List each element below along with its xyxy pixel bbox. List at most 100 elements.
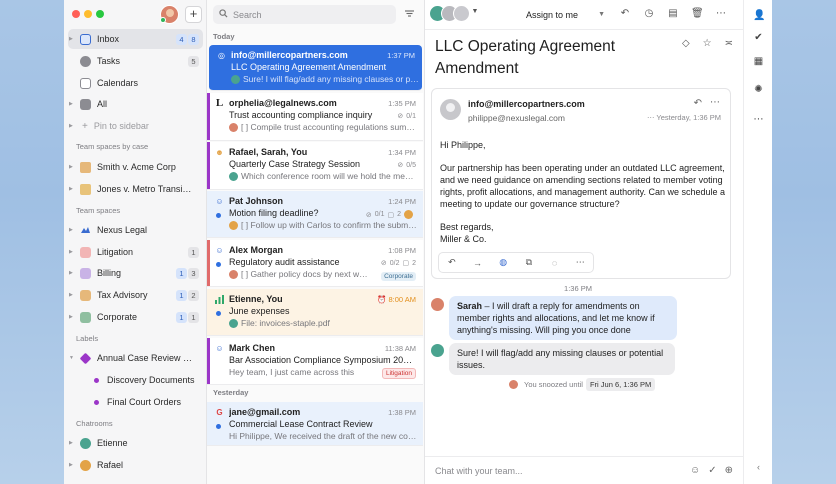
more-icon[interactable]: ⋯ (715, 8, 727, 19)
message-card[interactable]: ☺ Mark Chen 11:38 AM Bar Association Com… (207, 338, 423, 385)
sidebar-item-case[interactable]: ▶ Smith v. Acme Corp (68, 157, 203, 177)
sidebar-item-chatroom[interactable]: ▶ Etienne (68, 433, 203, 453)
email-recipient[interactable]: philippe@nexuslegal.com (468, 113, 565, 123)
sidebar-item-space[interactable]: ▶ Corporate 11 (68, 307, 203, 327)
chevron-left-icon[interactable]: ‹ (753, 462, 764, 472)
chat-input[interactable] (435, 465, 655, 476)
minimize-window-button[interactable] (84, 10, 92, 18)
copy-icon[interactable]: ⧉ (516, 257, 542, 268)
reply-button[interactable]: ↶ (439, 257, 465, 268)
stack-icon (80, 98, 91, 110)
message-subject: Quarterly Case Strategy Session (229, 159, 361, 169)
sidebar-item-label: All (97, 99, 108, 109)
sidebar-item-space[interactable]: ▶ Tax Advisory 12 (68, 285, 203, 305)
send-icon[interactable]: ⊕ (725, 465, 733, 476)
globe-icon[interactable]: ◍ (490, 257, 516, 268)
message-card[interactable]: ☺ Pat Johnson 1:24 PM Motion filing dead… (207, 191, 423, 238)
chevron-down-icon: ▼ (598, 11, 605, 18)
compose-button[interactable]: + (185, 6, 202, 23)
archive-icon[interactable]: ▤ (667, 8, 679, 19)
sidebar-item-calendars[interactable]: Calendars (68, 73, 203, 93)
close-window-button[interactable] (72, 10, 80, 18)
tag-icon[interactable]: ◇ (682, 38, 690, 49)
comment-icon: ▢ (402, 260, 410, 267)
message-card[interactable]: ☻ Rafael, Sarah, You 1:34 PM Quarterly C… (207, 142, 423, 190)
trash-icon[interactable]: 🗑 (691, 8, 704, 19)
sidebar-item-space[interactable]: ▶ Nexus Legal (68, 220, 203, 240)
profile-icon: ☺ (215, 344, 224, 353)
zoom-window-button[interactable] (96, 10, 104, 18)
pin-to-sidebar[interactable]: ▶ + Pin to sidebar (68, 116, 203, 136)
more-icon[interactable]: ⋯ (567, 257, 593, 268)
message-preview: Hi Philippe, We received the draft of th… (229, 431, 417, 441)
corporate-icon (80, 311, 91, 323)
message-card[interactable]: ◎ info@millercopartners.com 1:37 PM LLC … (209, 45, 422, 91)
emoji-icon[interactable]: ☺ (690, 465, 700, 476)
reply-icon[interactable]: ↶ (694, 98, 702, 109)
chevron-right-icon[interactable]: ▶ (69, 440, 73, 446)
chevron-right-icon[interactable]: ▶ (69, 270, 73, 276)
chevron-right-icon[interactable]: ▶ (69, 462, 73, 468)
task-count: 5 (188, 55, 199, 67)
chevron-right-icon[interactable]: ▶ (69, 36, 73, 42)
sidebar-item-space[interactable]: ▶ Litigation 1 (68, 242, 203, 262)
sidebar-item-inbox[interactable]: ▶ Inbox 48 (68, 29, 203, 49)
email-sender[interactable]: info@millercopartners.com (468, 99, 585, 109)
check-icon[interactable]: ✓ (708, 465, 716, 476)
comment-icon[interactable]: ◌ (542, 258, 568, 268)
case-avatar-icon (80, 161, 91, 173)
google-logo-icon: G (216, 408, 223, 417)
assign-dropdown[interactable]: Assign to me ▼ (521, 6, 607, 23)
corporate-badge: Corporate (381, 272, 416, 281)
message-card[interactable]: G jane@gmail.com 1:38 PM Commercial Leas… (207, 402, 423, 446)
group-chat-icon: ☻ (215, 148, 224, 157)
forward-button[interactable]: → (465, 258, 491, 268)
undo-icon[interactable]: ↶ (619, 8, 631, 19)
message-card[interactable]: L orphelia@legalnews.com 1:35 PM Trust a… (207, 93, 423, 141)
clock-icon[interactable]: ◷ (643, 8, 655, 19)
chevron-down-icon[interactable]: ▼ (69, 355, 74, 361)
sidebar-item-case[interactable]: ▶ Jones v. Metro Transit Authority (68, 179, 203, 199)
sidebar-item-tasks[interactable]: Tasks 5 (68, 51, 203, 71)
sidebar-item-label: Tasks (97, 56, 121, 66)
chevron-down-icon[interactable]: ▼ (469, 8, 481, 15)
collapse-icon[interactable]: ≍ (725, 38, 733, 49)
total-count: 1 (188, 311, 199, 323)
search-bar[interactable] (213, 5, 396, 24)
calendar-icon[interactable]: ▦ (753, 56, 764, 67)
sidebar-item-label[interactable]: Discovery Documents (68, 370, 203, 390)
more-icon[interactable]: ⋯ (753, 114, 764, 125)
openai-icon[interactable]: ✺ (753, 84, 764, 95)
check-circle-icon[interactable]: ✔ (753, 32, 764, 43)
section-heading: Team spaces by case (76, 142, 149, 151)
person-icon[interactable]: 👤 (753, 10, 765, 21)
filter-icon[interactable] (404, 8, 416, 20)
day-divider: Yesterday (213, 388, 249, 397)
label-bar (207, 142, 210, 189)
chevron-right-icon[interactable]: ▶ (69, 164, 73, 170)
chevron-right-icon[interactable]: ▶ (69, 101, 73, 107)
profile-icon: ☺ (215, 197, 224, 206)
case-avatar-icon (80, 183, 91, 195)
star-icon[interactable]: ☆ (703, 38, 712, 49)
message-card[interactable]: Etienne, You ⏰ 8:00 AM June expenses Fil… (207, 289, 423, 336)
chat-avatar (229, 269, 238, 279)
search-input[interactable] (233, 9, 383, 20)
more-icon[interactable]: ⋯ (710, 97, 720, 108)
chevron-right-icon[interactable]: ▶ (69, 249, 73, 255)
chevron-right-icon[interactable]: ▶ (69, 227, 73, 233)
etienne-avatar (80, 437, 91, 449)
chevron-right-icon[interactable]: ▶ (69, 292, 73, 298)
sidebar-item-label[interactable]: Final Court Orders (68, 392, 203, 412)
sidebar-item-label-group[interactable]: ▼ Annual Case Review 2025 (68, 348, 203, 368)
chevron-right-icon[interactable]: ▶ (69, 186, 73, 192)
sidebar-item-label: Litigation (97, 247, 134, 257)
participant-avatar[interactable] (453, 5, 470, 22)
chat-composer: ☺ ✓ ⊕ (425, 456, 743, 484)
sidebar-item-chatroom[interactable]: ▶ Rafael (68, 455, 203, 475)
email-title: LLC Operating Agreement Amendment (435, 38, 616, 77)
sidebar-item-all[interactable]: ▶ All (68, 94, 203, 114)
chevron-right-icon[interactable]: ▶ (69, 314, 73, 320)
sidebar-item-space[interactable]: ▶ Billing 13 (68, 263, 203, 283)
message-card[interactable]: ☺ Alex Morgan 1:08 PM Regulatory audit a… (207, 240, 423, 287)
